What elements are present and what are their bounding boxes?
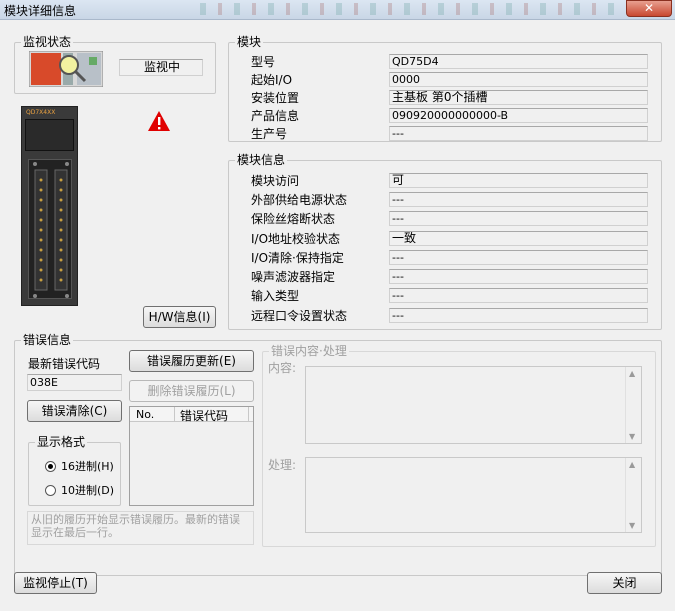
monitor-status-legend: 监视状态 [21, 35, 74, 49]
module-access-label: 模块访问 [251, 174, 300, 188]
module-info-legend: 模块信息 [235, 153, 288, 167]
title-bar-background [200, 3, 620, 15]
monitor-animation-icon [29, 51, 103, 87]
dec-radio[interactable] [45, 485, 56, 496]
column-header-no[interactable]: No. [136, 408, 154, 421]
module-access-value: 可 [389, 173, 648, 188]
external-power-label: 外部供给电源状态 [251, 193, 348, 207]
module-image-label: QD7X4XX [26, 109, 56, 116]
dec-radio-label[interactable]: 10进制(D) [61, 484, 114, 498]
stop-monitor-button[interactable]: 监视停止(T) [14, 572, 97, 594]
module-group-legend: 模块 [235, 35, 264, 49]
input-type-label: 输入类型 [251, 289, 300, 303]
remote-password-value: --- [389, 308, 648, 323]
latest-error-code-value: 038E [27, 374, 122, 391]
window-title: 模块详细信息 [4, 4, 77, 18]
fuse-status-value: --- [389, 211, 648, 226]
scroll-down-icon[interactable]: ▼ [629, 521, 635, 530]
product-info-value: 090920000000000-B [389, 108, 648, 123]
error-history-list[interactable]: No. 错误代码 [129, 406, 254, 506]
error-clear-button[interactable]: 错误清除(C) [27, 400, 122, 422]
io-clear-hold-label: I/O清除·保持指定 [251, 251, 344, 265]
error-info-legend: 错误信息 [21, 333, 74, 347]
serial-number-value: --- [389, 126, 648, 141]
scroll-down-icon[interactable]: ▼ [629, 432, 635, 441]
model-label: 型号 [251, 55, 276, 69]
product-info-label: 产品信息 [251, 109, 300, 123]
latest-error-code-label: 最新错误代码 [28, 357, 101, 371]
action-label: 处理: [268, 458, 297, 472]
noise-filter-value: --- [389, 269, 648, 284]
io-address-check-label: I/O地址校验状态 [251, 232, 341, 246]
module-image: QD7X4XX [21, 106, 78, 306]
io-clear-hold-value: --- [389, 250, 648, 265]
error-content-textarea[interactable]: ▲ ▼ [305, 366, 642, 444]
io-address-check-value: 一致 [389, 231, 648, 246]
hw-info-button[interactable]: H/W信息(I) [143, 306, 216, 328]
noise-filter-label: 噪声滤波器指定 [251, 270, 336, 284]
fuse-status-label: 保险丝熔断状态 [251, 212, 336, 226]
monitor-status-value: 监视中 [119, 59, 203, 76]
input-type-value: --- [389, 288, 648, 303]
error-action-textarea[interactable]: ▲ ▼ [305, 457, 642, 533]
error-history-delete-button[interactable]: 删除错误履历(L) [129, 380, 254, 402]
start-io-value: 0000 [389, 72, 648, 87]
model-value: QD75D4 [389, 54, 648, 69]
hex-radio[interactable] [45, 461, 56, 472]
mount-position-value: 主基板 第0个插槽 [389, 90, 648, 105]
mount-position-label: 安装位置 [251, 91, 300, 105]
start-io-label: 起始I/O [251, 73, 293, 87]
error-history-update-button[interactable]: 错误履历更新(E) [129, 350, 254, 372]
scroll-up-icon[interactable]: ▲ [629, 369, 635, 378]
title-bar: 模块详细信息 ✕ [0, 0, 675, 20]
monitor-status-group: 监视状态 监视中 [14, 35, 216, 94]
warning-icon [148, 111, 170, 131]
serial-number-label: 生产号 [251, 127, 288, 141]
display-format-legend: 显示格式 [35, 435, 88, 449]
external-power-value: --- [389, 192, 648, 207]
remote-password-label: 远程口令设置状态 [251, 309, 348, 323]
error-history-note: 从旧的履历开始显示错误履历。最新的错误显示在最后一行。 [27, 511, 254, 545]
close-button[interactable]: 关闭 [587, 572, 662, 594]
content-scrollbar[interactable]: ▲ ▼ [625, 367, 641, 443]
dialog-body: 监视状态 监视中 QD7X4XX H/W信息(I) 模块 型号 QD75D4 起… [4, 22, 671, 607]
module-connector-pins [33, 162, 69, 298]
error-history-header: No. 错误代码 [130, 407, 253, 424]
column-header-error-code[interactable]: 错误代码 [180, 407, 228, 424]
window-close-button[interactable]: ✕ [626, 0, 672, 17]
action-scrollbar[interactable]: ▲ ▼ [625, 458, 641, 532]
error-detail-legend: 错误内容·处理 [269, 344, 349, 358]
content-label: 内容: [268, 361, 297, 375]
scroll-up-icon[interactable]: ▲ [629, 460, 635, 469]
hex-radio-label[interactable]: 16进制(H) [61, 460, 114, 474]
